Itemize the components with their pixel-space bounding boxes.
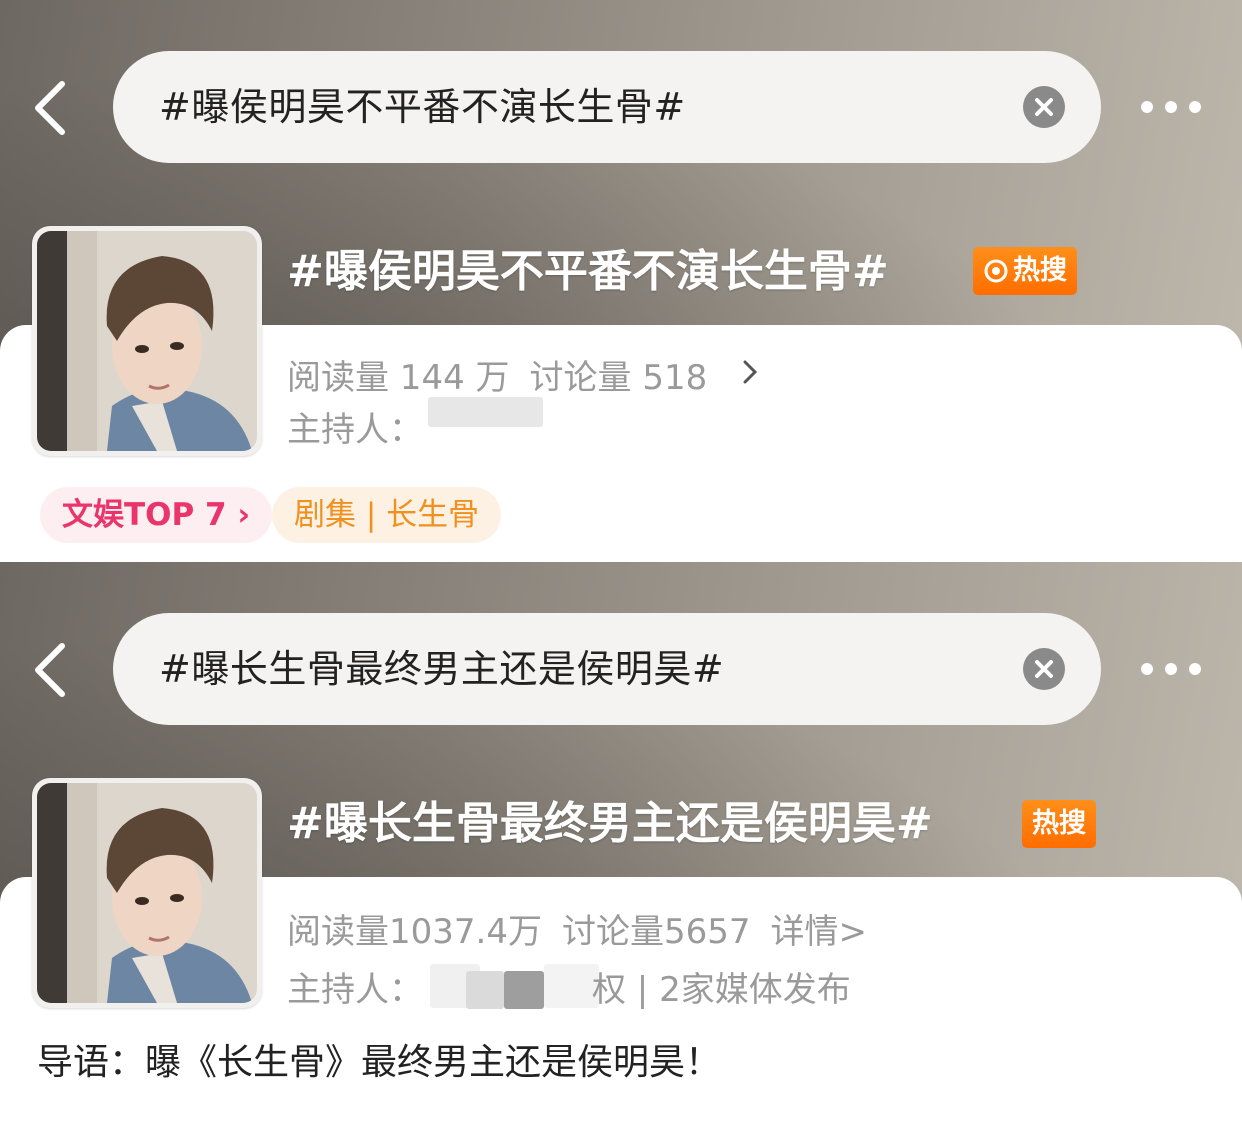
search-query-text: #曝长生骨最终男主还是侯明昊# xyxy=(159,647,725,691)
topic-stats: 阅读量1037.4万 讨论量5657 详情> xyxy=(287,904,887,953)
host-line: 主持人： xyxy=(287,962,423,1011)
host-label: 主持人： xyxy=(287,970,423,1010)
search-query-text: #曝侯明昊不平番不演长生骨# xyxy=(159,85,686,129)
host-line: 主持人： xyxy=(287,402,423,451)
discussion-count: 讨论量5657 xyxy=(561,912,751,952)
host-name-redacted xyxy=(544,964,599,1008)
read-count: 阅读量 144 万 xyxy=(287,358,510,398)
topic-intro: 导语：曝《长生骨》最终男主还是侯明昊！ xyxy=(37,1042,722,1083)
clear-icon xyxy=(1035,98,1053,116)
details-link[interactable]: 详情> xyxy=(771,912,868,952)
portrait-image xyxy=(37,231,257,451)
rank-tag[interactable]: 文娱TOP 7 › xyxy=(40,487,273,543)
topic-title: #曝侯明昊不平番不演长生骨# xyxy=(287,246,889,297)
host-name-redacted xyxy=(504,971,544,1009)
more-dots-icon[interactable] xyxy=(1138,96,1204,118)
hot-badge-label: 热搜 xyxy=(1032,808,1086,839)
search-input[interactable]: #曝侯明昊不平番不演长生骨# xyxy=(113,51,1101,163)
search-input[interactable]: #曝长生骨最终男主还是侯明昊# xyxy=(113,613,1101,725)
host-suffix: 权 | 2家媒体发布 xyxy=(592,970,851,1010)
host-name-redacted xyxy=(466,971,504,1009)
host-name-redacted xyxy=(428,397,543,427)
clear-search-button[interactable] xyxy=(1023,648,1065,690)
chevron-left-icon[interactable] xyxy=(28,78,76,138)
category-tag[interactable]: 剧集 | 长生骨 xyxy=(272,487,502,543)
topic-panel-1: #曝侯明昊不平番不演长生骨# #曝侯明昊不平番不演长生骨# 热搜 阅读量 144… xyxy=(0,0,1242,562)
topic-title: #曝长生骨最终男主还是侯明昊# xyxy=(287,798,933,849)
hot-search-badge: 热搜 xyxy=(1022,800,1096,848)
read-count: 阅读量1037.4万 xyxy=(287,912,542,952)
topic-avatar[interactable] xyxy=(32,778,262,1008)
topic-panel-2: #曝长生骨最终男主还是侯明昊# #曝长生骨最终男主还是侯明昊# 热搜 阅读量10… xyxy=(0,562,1242,1121)
portrait-image xyxy=(37,783,257,1003)
topic-stats[interactable]: 阅读量 144 万讨论量 518 xyxy=(287,350,727,399)
clear-search-button[interactable] xyxy=(1023,86,1065,128)
flame-icon xyxy=(984,259,1008,283)
hot-badge-label: 热搜 xyxy=(1013,255,1067,286)
topic-avatar[interactable] xyxy=(32,226,262,456)
host-label: 主持人： xyxy=(287,410,423,450)
chevron-right-icon[interactable] xyxy=(740,357,760,387)
more-dots-icon[interactable] xyxy=(1138,658,1204,680)
discussion-count: 讨论量 518 xyxy=(529,358,708,398)
chevron-left-icon[interactable] xyxy=(28,640,76,700)
clear-icon xyxy=(1035,660,1053,678)
hot-search-badge: 热搜 xyxy=(973,247,1077,295)
